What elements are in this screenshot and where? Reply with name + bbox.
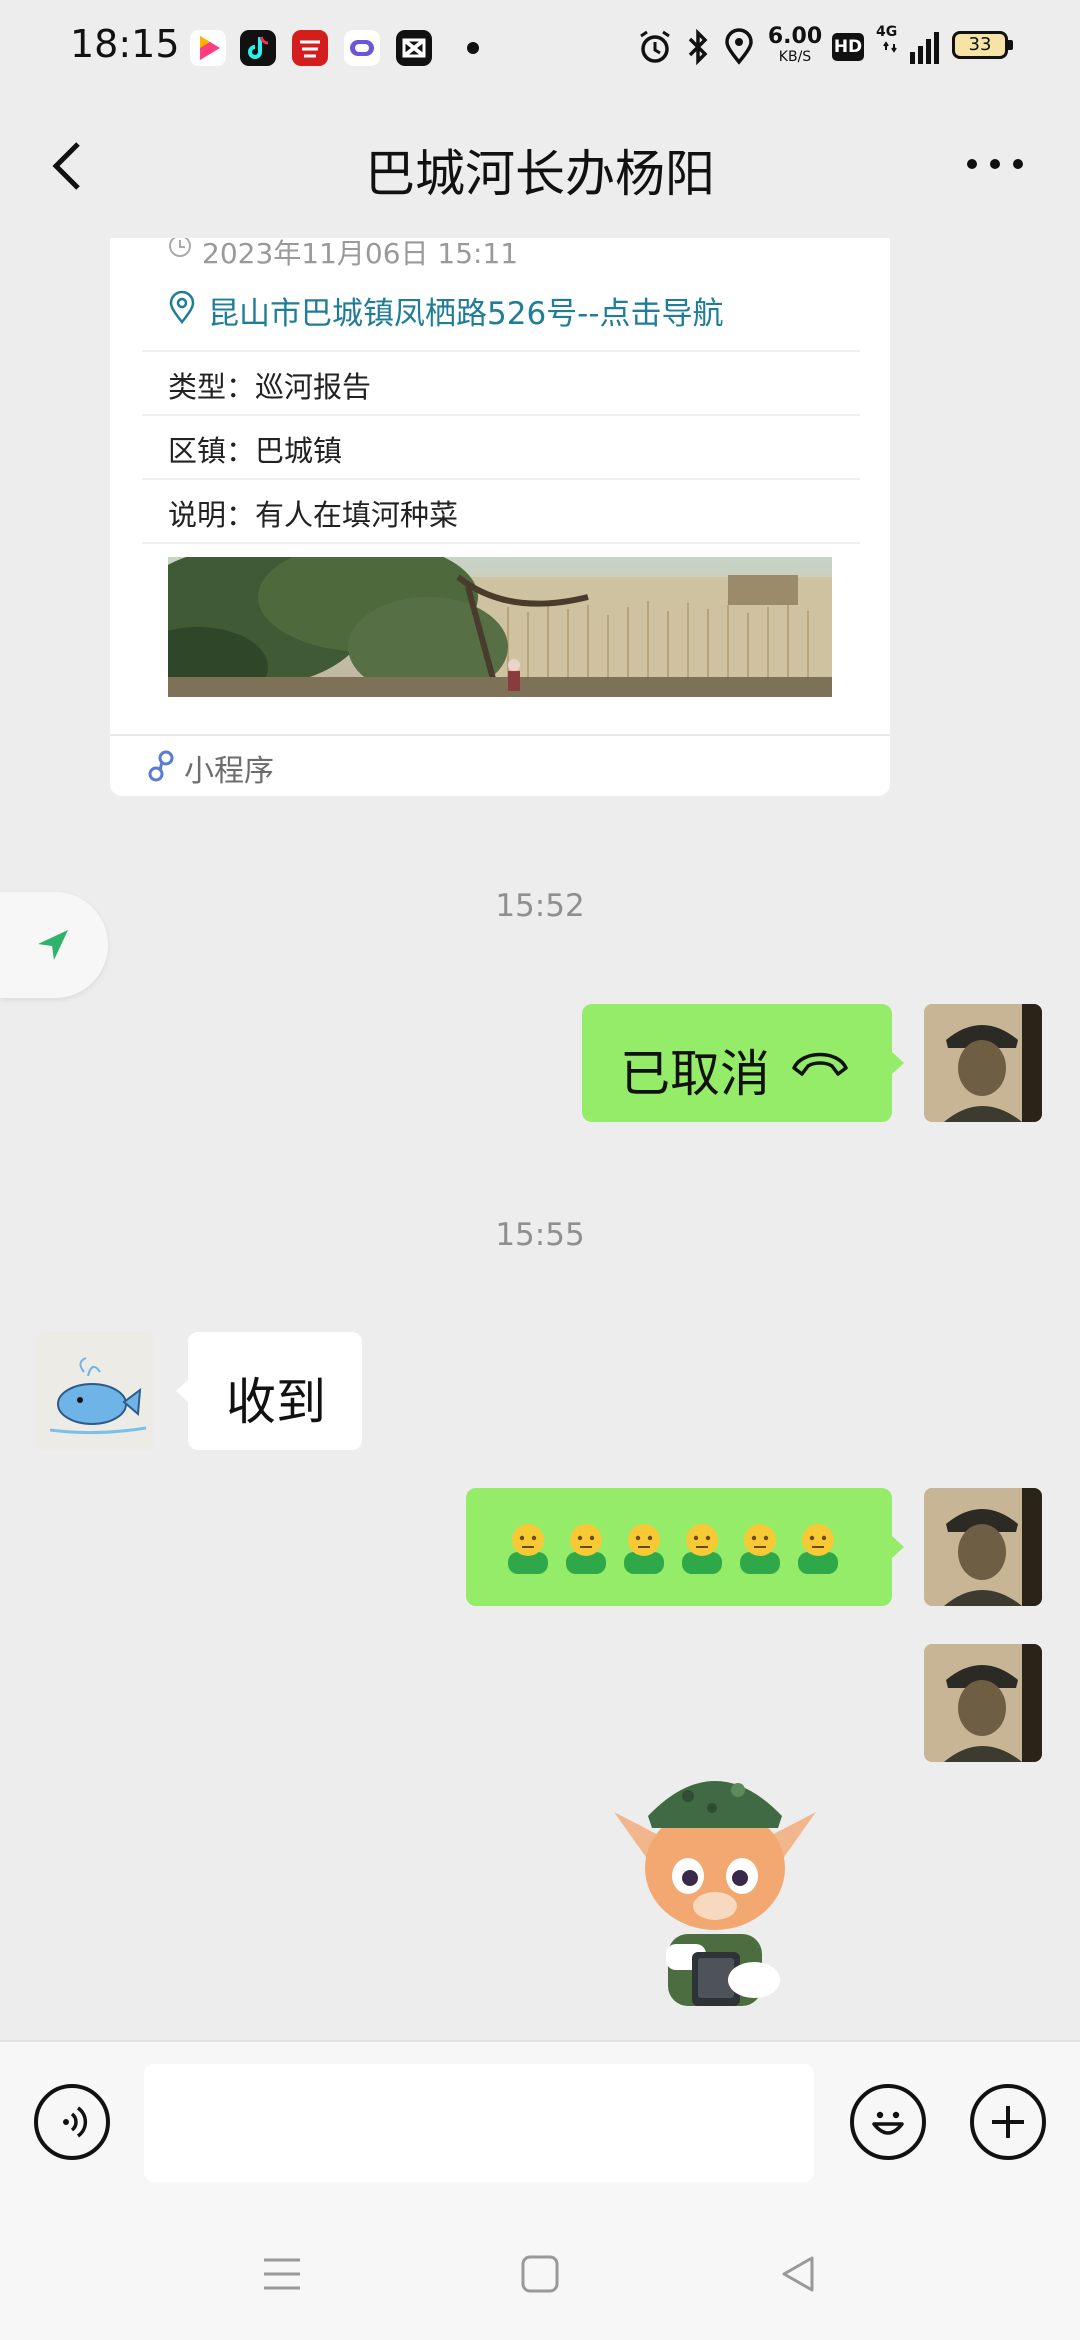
voice-input-button[interactable] [34,2084,110,2160]
my-avatar[interactable] [924,1488,1042,1606]
clock-icon [169,238,191,257]
mini-program-label: 小程序 [184,754,274,789]
voice-wave-icon [63,2106,88,2138]
deer-soldier-sticker[interactable] [608,1756,822,2006]
message-text: 收到 [226,1373,326,1431]
row-value: 有人在填河种菜 [255,498,459,532]
battery-icon [1008,40,1013,50]
hd-badge: HD [832,33,864,61]
video-app-icon [190,30,226,66]
divider [142,350,860,352]
back-triangle-icon[interactable] [778,2254,818,2294]
navigation-arrow-icon [38,930,68,960]
cancelled-call-bubble[interactable]: 已取消 [582,1004,892,1122]
home-square-icon[interactable] [520,2254,560,2294]
speed-unit: KB/S [778,49,812,65]
contact-avatar[interactable] [36,1332,154,1450]
my-avatar[interactable] [924,1644,1042,1762]
row-label: 说明： [168,498,256,532]
divider [142,414,860,416]
emoji-button[interactable] [850,2084,926,2160]
row-label: 区镇： [168,434,256,468]
my-avatar[interactable] [924,1004,1042,1122]
plus-icon [992,2106,1024,2138]
report-datetime: 2023年11月06日 15:11 [202,238,519,270]
message-input[interactable] [144,2064,814,2182]
timestamp: 15:52 [495,888,585,924]
speed-value: 6.00 [767,24,823,49]
signal-icon [883,32,939,64]
bubble-tail [176,1380,188,1402]
notification-dot-icon [467,42,479,54]
alarm-icon [640,30,670,63]
more-dots-icon[interactable] [960,144,1030,184]
chat-title: 巴城河长办杨阳 [365,145,715,203]
capcut-icon [396,30,432,66]
menu-icon[interactable] [262,2254,302,2294]
divider [142,542,860,544]
network-speed: 6.00 KB/S [766,26,824,68]
mini-program-card[interactable]: 2023年11月06日 15:11 昆山市巴城镇凤栖路526号--点击导航 类型… [110,238,890,796]
row-value: 巡河报告 [255,370,372,404]
status-time: 18:15 [70,22,180,66]
location-pin-icon [725,28,753,65]
smiley-icon [872,2111,904,2135]
bubble-tail [892,1052,904,1074]
info-row-district: 区镇：巴城镇 [168,428,342,470]
info-row-type: 类型：巡河报告 [168,364,371,406]
navigate-address-link[interactable]: 昆山市巴城镇凤栖路526号--点击导航 [208,288,724,333]
hang-up-phone-icon [792,1052,848,1076]
bubble-tail [892,1536,904,1558]
link-icon [148,750,174,782]
divider [142,478,860,480]
timestamp: 15:55 [495,1217,585,1253]
tiktok-icon [240,30,276,66]
row-value: 巴城镇 [255,434,343,468]
received-message-bubble[interactable]: 收到 [188,1332,362,1450]
call-status-text: 已取消 [620,1045,770,1103]
bluetooth-icon [688,28,708,66]
sprout-emoji-icon [508,1523,839,1575]
study-app-icon [292,30,328,66]
system-navigation-bar [0,2200,1080,2340]
emoji-message-bubble[interactable] [466,1488,892,1606]
more-functions-button[interactable] [970,2084,1046,2160]
chat-input-bar [0,2040,1080,2202]
chat-header: 巴城河长办杨阳 [0,96,1080,238]
map-pin-icon [169,290,195,325]
battery-level: 33 [952,31,1008,59]
status-bar: 18:15 6.00 KB/S HD 4G 33 [0,0,1080,96]
mini-program-footer: 小程序 [110,734,890,796]
circle-app-icon [344,30,380,66]
report-photo[interactable] [168,557,832,697]
row-label: 类型： [168,370,256,404]
info-row-note: 说明：有人在填河种菜 [168,492,458,534]
